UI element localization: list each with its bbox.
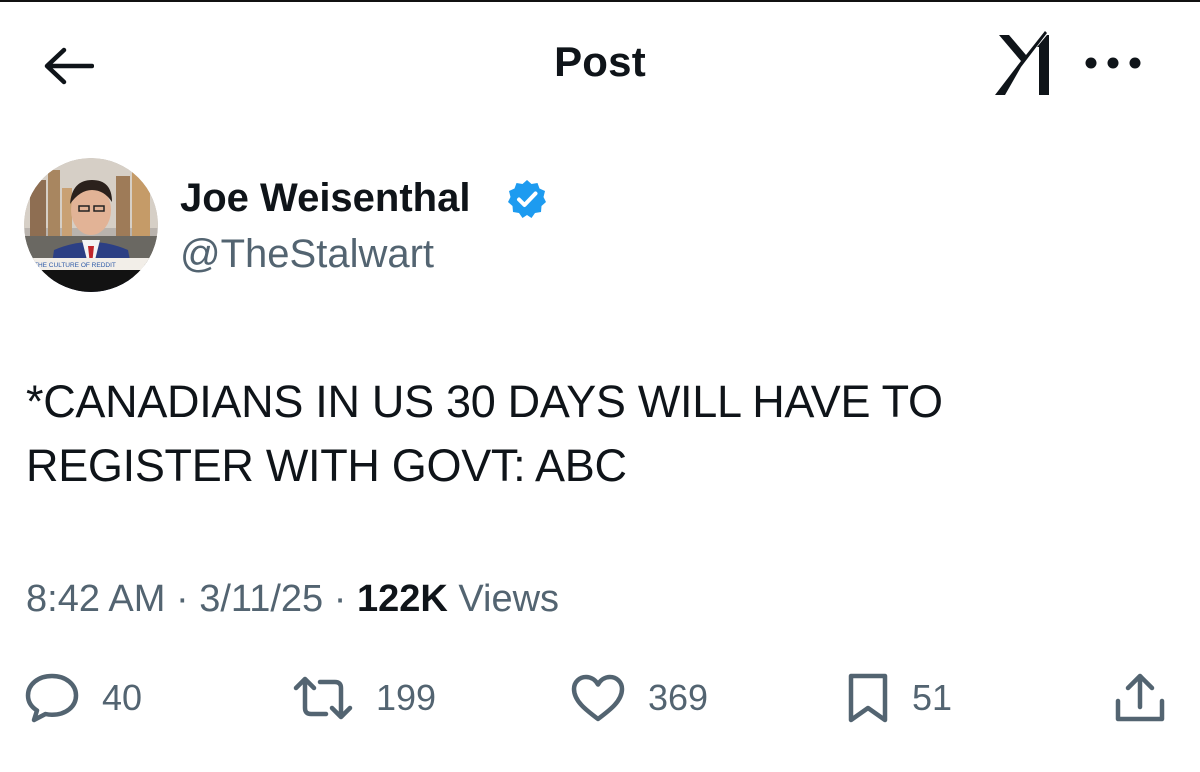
reply-count: 40 [102,677,143,718]
repost-icon [293,676,353,720]
repost-button[interactable]: 199 [292,670,436,726]
like-count: 369 [648,677,709,718]
post-header: Post [0,0,1200,130]
grok-icon [995,31,1049,95]
more-options-button[interactable] [1080,40,1146,86]
reply-button[interactable]: 40 [24,670,142,726]
author-name[interactable]: Joe Weisenthal [180,176,470,221]
share-button[interactable] [1112,670,1168,726]
verified-check-icon [508,180,546,218]
grok-button[interactable] [988,26,1058,100]
views-label: Views [458,578,560,620]
tweet-date[interactable]: 3/11/25 [199,578,323,620]
more-horizontal-icon [1085,57,1141,69]
share-icon [1115,673,1165,722]
avatar-caption: THE CULTURE OF REDDIT [34,262,116,269]
meta-separator: · [333,578,347,620]
author-handle[interactable]: @TheStalwart [180,232,434,277]
views-count[interactable]: 122K [357,578,448,620]
repost-count: 199 [376,677,437,718]
bookmark-icon [848,673,888,723]
avatar-image: THE CULTURE OF REDDIT [24,158,158,292]
heart-icon [571,674,625,722]
verified-badge [506,178,548,220]
bookmark-button[interactable]: 51 [846,670,952,726]
bookmark-count: 51 [912,677,953,718]
like-button[interactable]: 369 [570,670,708,726]
reply-icon [25,673,79,723]
tweet-meta: 8:42 AM · 3/11/25 · 122K Views [26,578,559,621]
tweet-text: *CANADIANS IN US 30 DAYS WILL HAVE TO RE… [26,376,943,491]
tweet-time[interactable]: 8:42 AM [26,578,165,620]
meta-separator: · [175,578,189,620]
author-avatar[interactable]: THE CULTURE OF REDDIT [24,158,158,292]
